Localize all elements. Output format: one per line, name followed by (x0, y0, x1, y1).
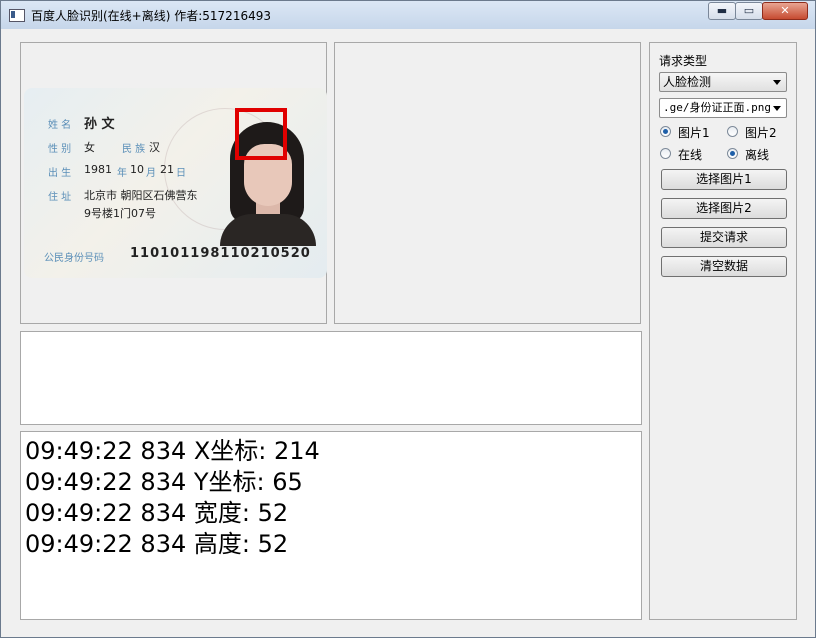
portrait-shoulders (220, 214, 316, 246)
select-image2-button[interactable]: 选择图片2 (661, 198, 787, 219)
card-year-label: 年 (117, 168, 127, 179)
radio-image2[interactable] (727, 126, 738, 137)
card-birth-label: 出 生 (48, 168, 72, 179)
card-address-line2: 9号楼1门07号 (84, 207, 156, 220)
card-address-label: 住 址 (48, 192, 72, 203)
card-birth-month: 10 (130, 163, 144, 176)
log-line: 09:49:22 834 宽度: 52 (25, 499, 289, 527)
minimize-button[interactable]: ▬ (708, 2, 736, 20)
radio-image2-label: 图片2 (745, 126, 777, 140)
card-gender-label: 性 别 (48, 144, 72, 155)
card-ethnicity-label: 民 族 (122, 144, 146, 155)
clear-data-button[interactable]: 清空数据 (661, 256, 787, 277)
file-path-select[interactable]: .ge/身份证正面.png (659, 98, 787, 118)
app-window: 百度人脸识别(在线+离线) 作者:517216493 ▬ ▭ ✕ 姓 名 孙 文… (0, 0, 816, 638)
chevron-down-icon (773, 80, 781, 85)
log-line: 09:49:22 834 高度: 52 (25, 530, 289, 558)
maximize-button[interactable]: ▭ (735, 2, 763, 20)
image-panel-2 (334, 42, 641, 324)
result-area[interactable] (20, 331, 642, 425)
card-birth-year: 1981 (84, 163, 112, 176)
log-area[interactable]: 09:49:22 834 X坐标: 214 09:49:22 834 Y坐标: … (20, 431, 642, 620)
radio-online[interactable] (660, 148, 671, 159)
radio-offline-label: 离线 (745, 148, 770, 162)
file-path-value: .ge/身份证正面.png (663, 101, 771, 114)
submit-request-button[interactable]: 提交请求 (661, 227, 787, 248)
window-title: 百度人脸识别(在线+离线) 作者:517216493 (31, 9, 271, 23)
title-bar[interactable]: 百度人脸识别(在线+离线) 作者:517216493 ▬ ▭ ✕ (1, 1, 815, 29)
card-id-label: 公民身份号码 (44, 253, 104, 264)
card-day-label: 日 (176, 168, 186, 179)
request-type-label: 请求类型 (659, 54, 708, 68)
radio-offline[interactable] (727, 148, 738, 159)
card-month-label: 月 (146, 168, 156, 179)
select-image1-button[interactable]: 选择图片1 (661, 169, 787, 190)
request-type-value: 人脸检测 (663, 75, 712, 89)
face-detection-box (235, 108, 287, 160)
card-name-value: 孙 文 (84, 117, 115, 132)
window-icon (9, 9, 25, 22)
radio-image1[interactable] (660, 126, 671, 137)
radio-image1-label: 图片1 (678, 126, 710, 140)
radio-online-label: 在线 (678, 148, 703, 162)
close-button[interactable]: ✕ (762, 2, 808, 20)
request-type-select[interactable]: 人脸检测 (659, 72, 787, 92)
card-id-number: 110101198110210520 (130, 246, 311, 261)
log-line: 09:49:22 834 Y坐标: 65 (25, 468, 303, 496)
card-ethnicity-value: 汉 (149, 141, 160, 154)
log-line: 09:49:22 834 X坐标: 214 (25, 437, 320, 465)
image-panel-1: 姓 名 孙 文 性 别 女 民 族 汉 出 生 1981 年 10 月 21 日… (20, 42, 327, 324)
chevron-down-icon (773, 106, 781, 111)
card-gender-value: 女 (84, 141, 95, 154)
control-panel: 请求类型 人脸检测 .ge/身份证正面.png 图片1 图片2 在线 离线 选择… (649, 42, 797, 620)
card-name-label: 姓 名 (48, 120, 72, 131)
card-address-line1: 北京市 朝阳区石佛营东 (84, 189, 198, 202)
card-birth-day: 21 (160, 163, 174, 176)
